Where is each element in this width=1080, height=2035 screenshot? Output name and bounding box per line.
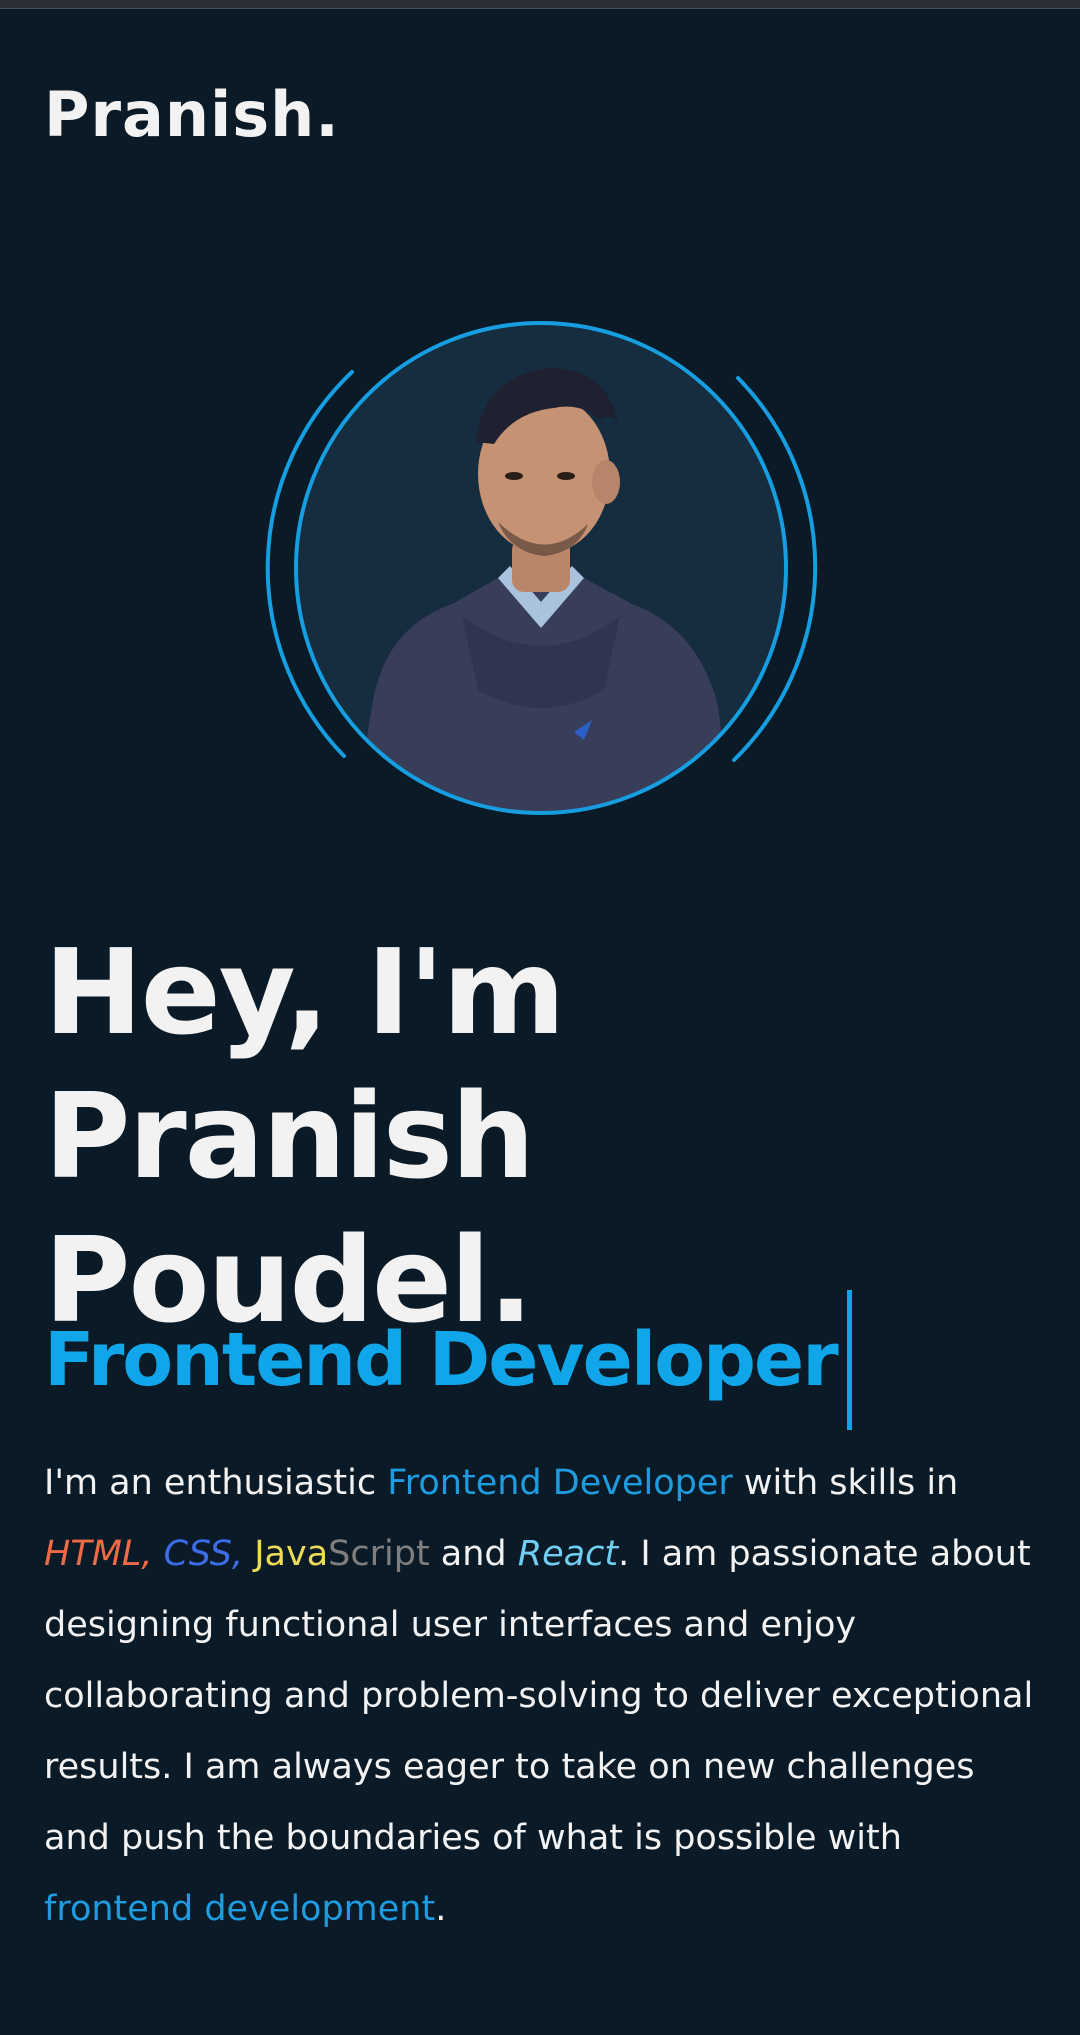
bio-frontend-development-highlight: frontend development — [44, 1889, 436, 1929]
hero-headline: Hey, I'm Pranish Poudel. — [44, 920, 1044, 1352]
role-text: Frontend Developer — [44, 1317, 839, 1403]
typing-caret — [846, 1290, 852, 1430]
skill-css: CSS, — [163, 1534, 244, 1574]
bio-paragraph: I'm an enthusiastic Frontend Developer w… — [44, 1448, 1044, 1945]
bio-text: and — [429, 1534, 518, 1574]
bio-text: . — [435, 1889, 447, 1929]
typed-role: Frontend Developer — [44, 1290, 852, 1430]
skill-html: HTML, — [44, 1534, 153, 1574]
page: Pranish. Hey, I'm Pranish Poudel. Fronte… — [0, 0, 1080, 2035]
bio-text: . I am passionate about designing functi… — [44, 1534, 1034, 1858]
avatar — [262, 316, 822, 820]
skill-react: React — [517, 1534, 619, 1574]
skill-javascript-script: Script — [328, 1534, 430, 1574]
site-logo[interactable]: Pranish. — [44, 78, 340, 151]
bio-text: with skills in — [732, 1463, 959, 1503]
bio-text: I'm an enthusiastic — [44, 1463, 388, 1503]
hero-headline-line1: Hey, I'm Pranish — [44, 923, 565, 1205]
skill-javascript-java: Java — [254, 1534, 329, 1574]
browser-top-border — [0, 0, 1080, 9]
bio-frontend-highlight: Frontend Developer — [387, 1463, 733, 1503]
